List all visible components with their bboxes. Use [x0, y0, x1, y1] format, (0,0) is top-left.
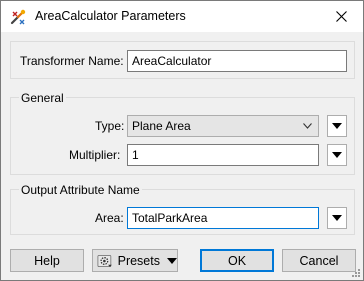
type-dropdown[interactable]: Plane Area: [127, 115, 319, 137]
output-attribute-group-label: Output Attribute Name: [19, 183, 142, 197]
transformer-name-group: Transformer Name: AreaCalculator: [10, 41, 355, 79]
cancel-button-label: Cancel: [299, 253, 339, 268]
app-icon: [10, 9, 26, 25]
title-bar: AreaCalculator Parameters: [1, 1, 363, 32]
area-label: Area:: [95, 211, 124, 225]
chevron-down-icon: [303, 123, 312, 129]
resize-grip-icon[interactable]: [352, 269, 361, 278]
dialog-window: AreaCalculator Parameters Transformer Na…: [0, 0, 364, 281]
general-group: General Type: Plane Area Multiplier: 1: [10, 91, 355, 175]
triangle-down-icon: [332, 215, 342, 221]
general-group-label: General: [19, 91, 66, 105]
presets-button[interactable]: Presets: [92, 249, 178, 272]
gear-icon: [97, 254, 112, 267]
output-attribute-group: Output Attribute Name Area: TotalParkAre…: [10, 183, 355, 235]
multiplier-label: Multiplier:: [69, 148, 121, 162]
presets-button-label: Presets: [117, 253, 160, 268]
ok-button-label: OK: [227, 253, 247, 268]
close-icon: [335, 11, 347, 22]
type-dropdown-value: Plane Area: [132, 119, 191, 133]
area-field[interactable]: TotalParkArea: [127, 207, 319, 229]
close-button[interactable]: [319, 1, 363, 32]
triangle-down-icon: [332, 123, 342, 129]
help-button-label: Help: [34, 253, 60, 268]
triangle-down-icon: [167, 257, 177, 264]
cancel-button[interactable]: Cancel: [282, 249, 356, 272]
area-menu-button[interactable]: [327, 207, 347, 229]
ok-button[interactable]: OK: [200, 249, 274, 272]
type-menu-button[interactable]: [327, 115, 347, 137]
multiplier-menu-button[interactable]: [327, 144, 347, 166]
multiplier-field[interactable]: 1: [127, 144, 319, 166]
help-button[interactable]: Help: [10, 249, 84, 272]
triangle-down-icon: [332, 152, 342, 158]
transformer-name-field[interactable]: AreaCalculator: [127, 50, 347, 72]
window-title: AreaCalculator Parameters: [35, 9, 186, 23]
type-label: Type:: [95, 119, 125, 133]
transformer-name-label: Transformer Name:: [20, 54, 124, 68]
